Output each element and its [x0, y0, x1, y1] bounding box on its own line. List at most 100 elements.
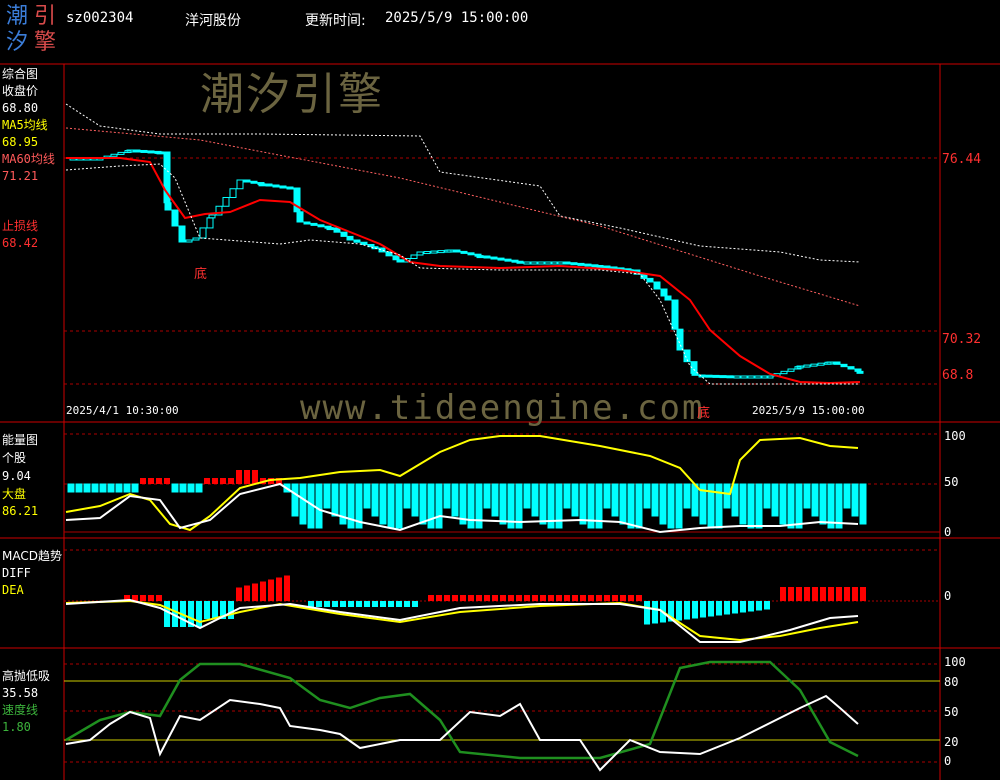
energy-bar	[483, 483, 491, 509]
price-candle	[810, 363, 818, 367]
macd-bar	[260, 581, 266, 601]
ma60-label: MA60均线	[2, 152, 55, 166]
price-candle	[437, 250, 445, 254]
energy-bar	[291, 483, 299, 517]
energy-bar	[315, 483, 323, 529]
macd-bar	[604, 595, 610, 601]
price-candle	[171, 209, 179, 227]
energy-bar	[755, 483, 763, 529]
price-candle	[340, 231, 348, 237]
date-start: 2025/4/1 10:30:00	[66, 404, 179, 417]
price-candle	[236, 179, 244, 190]
macd-bar	[356, 601, 362, 607]
energy-bar	[195, 483, 203, 493]
energy-bar	[659, 483, 667, 525]
price-candle	[787, 368, 795, 372]
energy-bar	[787, 483, 795, 529]
energy-bar	[443, 483, 451, 509]
price-candle	[691, 372, 699, 376]
oscillator-line	[65, 694, 859, 772]
energy-bar	[827, 483, 835, 529]
price-candle	[392, 255, 400, 261]
energy-bar	[803, 483, 811, 509]
energy-bar	[571, 483, 579, 517]
close-label: 收盘价	[2, 84, 39, 98]
energy-bar	[427, 483, 435, 529]
macd-bar	[764, 601, 770, 610]
price-candle	[164, 202, 172, 211]
price-candle	[133, 149, 141, 153]
energy-bar	[523, 483, 531, 509]
price-candle	[660, 288, 668, 297]
macd-bar	[492, 595, 498, 601]
price-candle	[584, 263, 592, 267]
macd-bar	[156, 595, 162, 601]
energy-bar	[411, 483, 419, 517]
energy-bar	[619, 483, 627, 525]
axis-oscillator-label: 80	[944, 675, 959, 689]
macd-bar	[396, 601, 402, 607]
energy-bar	[75, 483, 83, 493]
energy-bar	[723, 483, 731, 509]
energy-bar	[643, 483, 651, 509]
energy-bar	[491, 483, 499, 517]
macd-bar	[268, 579, 274, 601]
price-candle	[258, 183, 266, 187]
axis-energy-label: 0	[944, 525, 952, 539]
price-candle	[754, 375, 762, 379]
macd-bar	[372, 601, 378, 607]
panel4-value: 35.58	[2, 686, 39, 700]
speed-value: 1.80	[2, 720, 31, 734]
axis-price-label: 70.32	[942, 332, 982, 347]
macd-bar	[788, 587, 794, 601]
axis-oscillator-label: 50	[944, 705, 959, 719]
axis-price-label: 76.44	[942, 152, 982, 167]
energy-bar	[779, 483, 787, 525]
macd-bar	[364, 601, 370, 607]
price-candle	[460, 250, 468, 254]
energy-bar	[763, 483, 771, 509]
energy-bar	[675, 483, 683, 529]
energy-bar	[579, 483, 587, 525]
price-candle	[603, 265, 611, 269]
macd-bar	[148, 595, 154, 601]
market-energy-value: 86.21	[2, 504, 39, 518]
price-candle	[840, 363, 848, 368]
macd-bar	[844, 587, 850, 601]
energy-bar	[651, 483, 659, 517]
macd-bar	[196, 601, 202, 627]
market-energy-label: 大盘	[2, 487, 27, 501]
dea-label: DEA	[2, 583, 24, 597]
macd-bar	[804, 587, 810, 601]
price-candle	[523, 261, 531, 265]
bottom-mark: 底	[697, 406, 711, 421]
energy-bar	[715, 483, 723, 529]
price-candle	[279, 185, 287, 189]
energy-bar	[91, 483, 99, 493]
price-candle	[272, 184, 280, 188]
price-candle	[537, 261, 545, 265]
price-candle	[719, 375, 727, 379]
diff-label: DIFF	[2, 566, 31, 580]
macd-bar	[812, 587, 818, 601]
panel3-title: MACD趋势	[2, 549, 62, 563]
price-candle	[250, 180, 258, 184]
price-candle	[596, 265, 604, 268]
speed-line	[65, 660, 859, 760]
energy-bar	[771, 483, 779, 517]
stock-energy-value: 9.04	[2, 469, 31, 483]
price-candle	[140, 149, 148, 153]
macd-bar	[516, 595, 522, 601]
energy-bar	[171, 483, 179, 493]
macd-bar	[724, 601, 730, 615]
price-candle	[346, 235, 354, 241]
ma5-label: MA5均线	[2, 118, 48, 132]
ma5-line	[65, 163, 860, 385]
price-candle	[353, 239, 361, 243]
energy-bar	[563, 483, 571, 509]
price-candle	[780, 370, 788, 375]
close-value: 68.80	[2, 101, 39, 115]
macd-bar	[748, 601, 754, 612]
price-candle	[110, 153, 118, 157]
macd-bar	[564, 595, 570, 601]
